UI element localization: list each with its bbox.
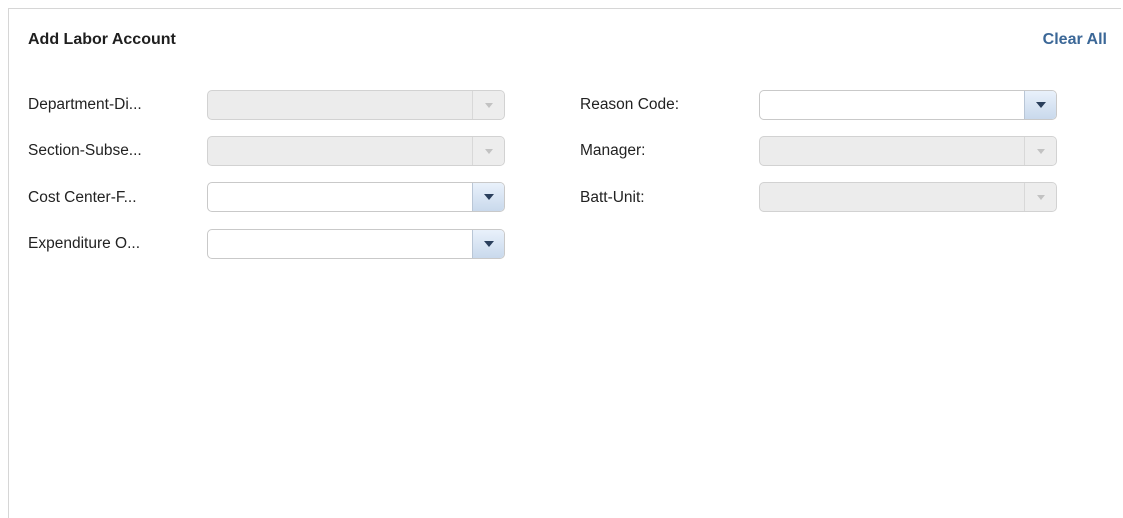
department-dropdown-button: [472, 91, 504, 119]
panel-title: Add Labor Account: [28, 31, 176, 48]
batt-unit-dropdown-button: [1024, 183, 1056, 211]
add-labor-account-panel: Add Labor Account Clear All Department-D…: [8, 8, 1121, 518]
manager-select: [759, 136, 1057, 166]
expenditure-select[interactable]: [207, 229, 505, 259]
clear-all-link[interactable]: Clear All: [1043, 31, 1107, 49]
department-select: [207, 90, 505, 120]
chevron-down-icon: [1036, 194, 1045, 200]
chevron-down-icon: [1036, 148, 1045, 154]
manager-dropdown-button: [1024, 137, 1056, 165]
section-dropdown-button: [472, 137, 504, 165]
chevron-down-icon: [484, 102, 493, 108]
cost-center-select[interactable]: [207, 182, 505, 212]
reason-code-label: Reason Code:: [580, 96, 680, 113]
expenditure-label: Expenditure O...: [28, 235, 141, 252]
manager-label: Manager:: [580, 142, 646, 159]
chevron-down-icon: [484, 148, 493, 154]
chevron-down-icon: [483, 241, 494, 247]
department-label: Department-Di...: [28, 96, 142, 113]
reason-code-dropdown-button[interactable]: [1024, 91, 1056, 119]
chevron-down-icon: [483, 194, 494, 200]
expenditure-dropdown-button[interactable]: [472, 230, 504, 258]
cost-center-label: Cost Center-F...: [28, 189, 137, 206]
cost-center-dropdown-button[interactable]: [472, 183, 504, 211]
section-label: Section-Subse...: [28, 142, 142, 159]
batt-unit-select: [759, 182, 1057, 212]
chevron-down-icon: [1035, 102, 1046, 108]
reason-code-select[interactable]: [759, 90, 1057, 120]
section-select: [207, 136, 505, 166]
batt-unit-label: Batt-Unit:: [580, 189, 645, 206]
